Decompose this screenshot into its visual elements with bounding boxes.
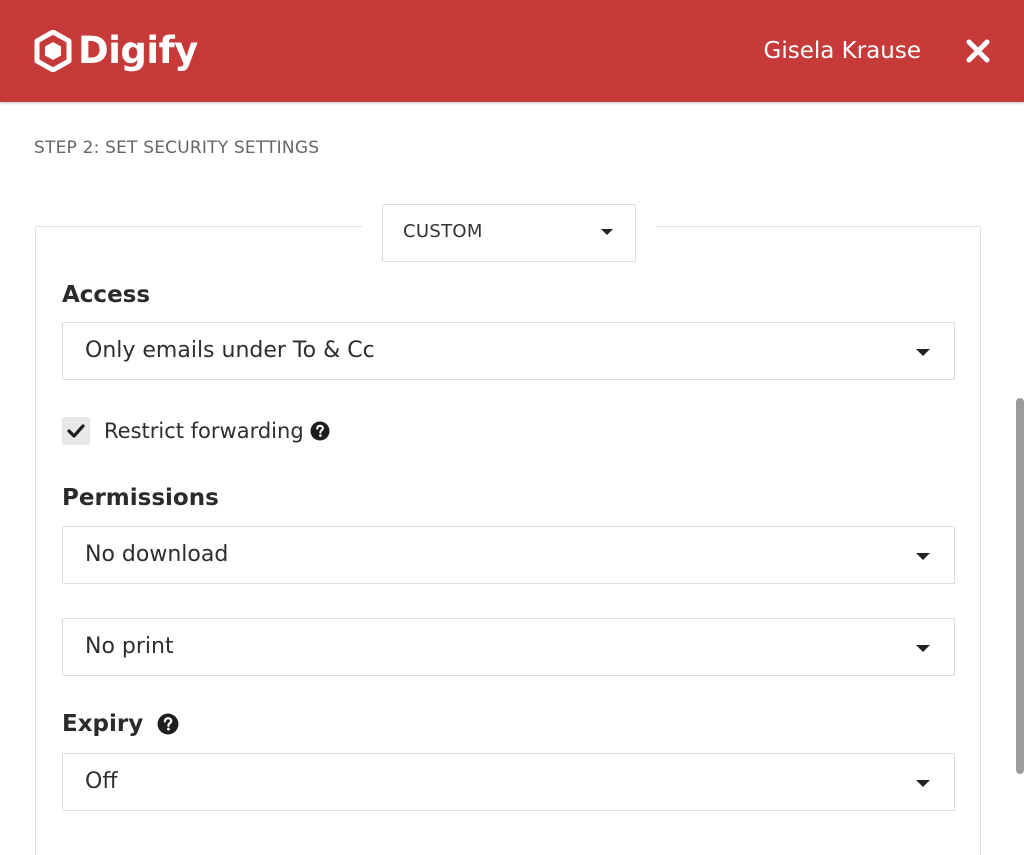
- restrict-forwarding-label: Restrict forwarding: [104, 419, 304, 443]
- caret-down-icon: [916, 780, 930, 787]
- print-permission-select[interactable]: No print: [62, 618, 955, 676]
- brand-logo: Digify: [34, 28, 198, 74]
- preset-select[interactable]: CUSTOM: [382, 204, 636, 262]
- preset-wrapper: CUSTOM: [362, 204, 656, 262]
- caret-down-icon: [916, 645, 930, 652]
- help-icon[interactable]: [310, 421, 330, 441]
- download-permission-value: No download: [85, 542, 229, 567]
- close-icon[interactable]: [965, 38, 991, 64]
- brand-name: Digify: [78, 29, 198, 72]
- user-name: Gisela Krause: [763, 38, 922, 64]
- expiry-value: Off: [85, 769, 118, 794]
- checkmark-icon: [67, 424, 85, 438]
- app-window: Digify Gisela Krause STEP 2: SET SECURIT…: [0, 0, 1024, 855]
- expiry-select[interactable]: Off: [62, 753, 955, 811]
- print-permission-value: No print: [85, 634, 174, 659]
- expiry-header: Expiry: [62, 711, 179, 737]
- expiry-label: Expiry: [62, 711, 144, 737]
- access-label: Access: [62, 282, 151, 308]
- access-select[interactable]: Only emails under To & Cc: [62, 322, 955, 380]
- digify-logo-icon: [34, 30, 72, 72]
- help-icon[interactable]: [157, 713, 179, 735]
- restrict-forwarding-checkbox[interactable]: [62, 417, 90, 445]
- permissions-label: Permissions: [62, 485, 219, 511]
- caret-down-icon: [916, 349, 930, 356]
- caret-down-icon: [601, 229, 613, 235]
- preset-value: CUSTOM: [403, 221, 483, 242]
- step-title: STEP 2: SET SECURITY SETTINGS: [34, 138, 320, 158]
- caret-down-icon: [916, 553, 930, 560]
- restrict-forwarding-row: Restrict forwarding: [62, 416, 330, 446]
- access-value: Only emails under To & Cc: [85, 338, 375, 363]
- download-permission-select[interactable]: No download: [62, 526, 955, 584]
- header-bar: Digify Gisela Krause: [0, 0, 1024, 102]
- scrollbar-thumb[interactable]: [1016, 398, 1024, 774]
